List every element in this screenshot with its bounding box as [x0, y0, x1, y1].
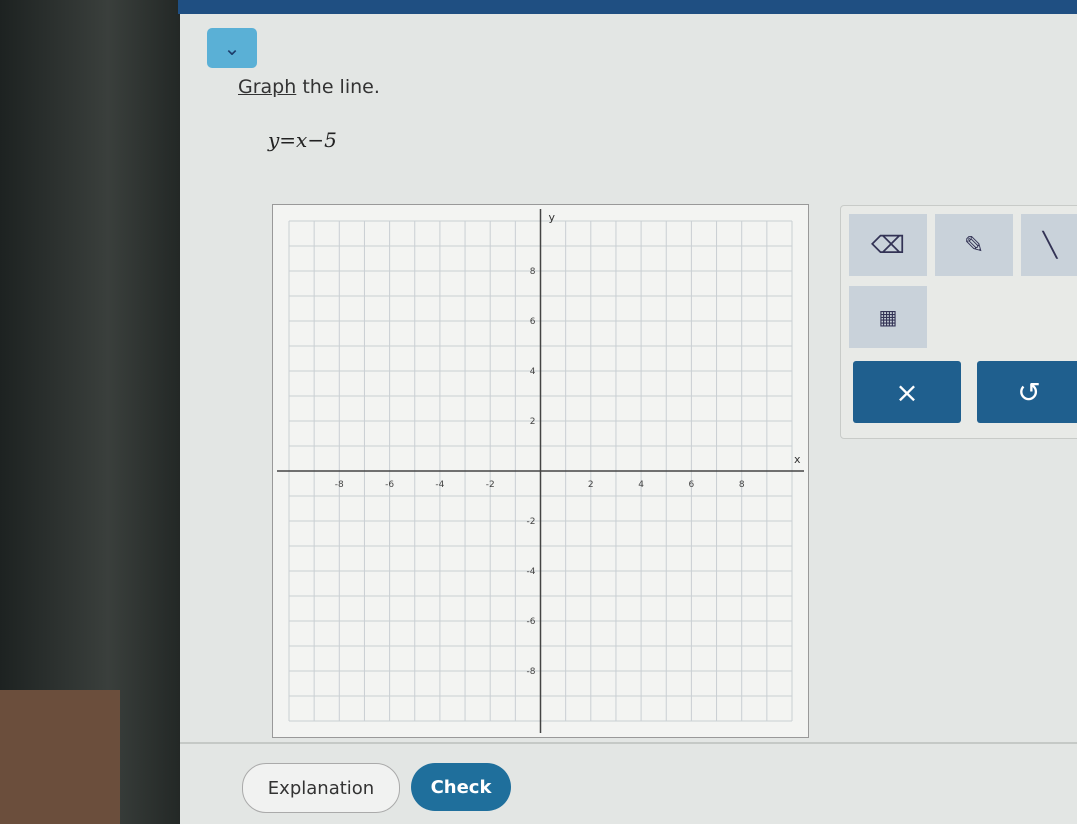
x-tick-label: 4	[638, 480, 644, 490]
y-tick-label: 4	[530, 367, 536, 377]
y-tick-label: 8	[530, 267, 536, 277]
instruction-text: the line.	[296, 76, 380, 98]
table-icon[interactable]: ▦	[849, 286, 927, 348]
y-axis-label: y	[549, 211, 556, 224]
y-tick-label: -6	[527, 617, 536, 627]
x-tick-label: 6	[689, 480, 695, 490]
divider	[180, 742, 1077, 744]
y-tick-label: -2	[527, 517, 536, 527]
x-tick-label: -8	[335, 480, 344, 490]
top-bar	[178, 0, 1077, 14]
background-object	[0, 690, 120, 824]
x-tick-label: -6	[385, 480, 394, 490]
x-tick-label: 2	[588, 480, 594, 490]
line-tool-icon[interactable]: ╲	[1021, 214, 1077, 276]
x-tick-label: -2	[486, 480, 495, 490]
eraser-icon[interactable]: ⌫	[849, 214, 927, 276]
coordinate-grid[interactable]: x y -8 -6 -4 -2 2 4 6 8 8 6 4 2 -2 -4 -6 -8	[273, 205, 808, 737]
undo-button[interactable]: ↺	[977, 361, 1077, 423]
check-button[interactable]: Check	[411, 763, 511, 811]
collapse-chevron-icon[interactable]: ⌄	[207, 28, 257, 68]
equation: y=x−5	[268, 128, 337, 152]
instruction: Graph the line.	[238, 76, 380, 98]
tool-palette: ⌫ ✎ ╲ ▦ × ↺	[840, 205, 1077, 439]
graph-link[interactable]: Graph	[238, 76, 296, 98]
y-tick-label: 2	[530, 417, 536, 427]
y-tick-label: -4	[527, 567, 536, 577]
x-tick-label: 8	[739, 480, 745, 490]
pencil-icon[interactable]: ✎	[935, 214, 1013, 276]
x-axis-label: x	[794, 453, 801, 466]
clear-button[interactable]: ×	[853, 361, 961, 423]
y-tick-label: 6	[530, 317, 536, 327]
graph-area[interactable]: x y -8 -6 -4 -2 2 4 6 8 8 6 4 2 -2 -4 -6 -8	[272, 204, 809, 738]
explanation-button[interactable]: Explanation	[242, 763, 400, 813]
y-tick-label: -8	[527, 667, 536, 677]
x-tick-label: -4	[435, 480, 444, 490]
